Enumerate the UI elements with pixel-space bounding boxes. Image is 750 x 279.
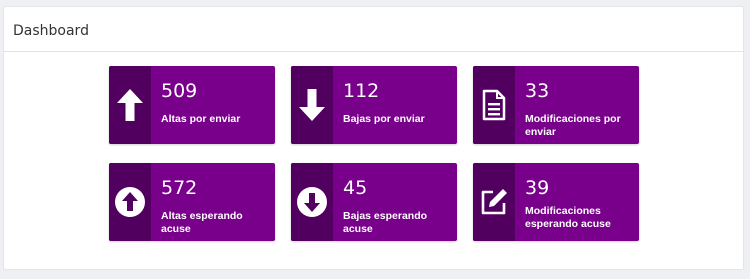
card-count: 45 xyxy=(343,177,368,199)
card-count: 112 xyxy=(343,80,380,102)
card-count: 572 xyxy=(161,177,198,199)
card-label: Modificaciones esperando acuse xyxy=(525,205,611,230)
edit-icon xyxy=(479,187,509,217)
card-count: 39 xyxy=(525,177,550,199)
document-icon xyxy=(482,89,506,121)
arrow-down-icon xyxy=(299,89,325,121)
circle-arrow-down-icon xyxy=(297,187,327,217)
card-count: 33 xyxy=(525,80,550,102)
card-label: Bajas por enviar xyxy=(343,113,425,125)
card-altas-esperando-acuse[interactable]: 572 Altas esperando acuse xyxy=(109,163,275,241)
panel-heading: Dashboard xyxy=(4,7,743,52)
card-modificaciones-esperando-acuse[interactable]: 39 Modificaciones esperando acuse xyxy=(473,163,639,241)
card-count: 509 xyxy=(161,80,198,102)
card-label: Bajas esperando acuse xyxy=(343,210,428,235)
card-altas-por-enviar[interactable]: 509 Altas por enviar xyxy=(109,66,275,144)
card-bajas-esperando-acuse[interactable]: 45 Bajas esperando acuse xyxy=(291,163,457,241)
card-bajas-por-enviar[interactable]: 112 Bajas por enviar xyxy=(291,66,457,144)
card-label: Modificaciones por enviar xyxy=(525,113,621,138)
card-label: Altas por enviar xyxy=(161,113,241,125)
page-title: Dashboard xyxy=(13,23,89,39)
card-label: Altas esperando acuse xyxy=(161,210,243,235)
card-modificaciones-por-enviar[interactable]: 33 Modificaciones por enviar xyxy=(473,66,639,144)
circle-arrow-up-icon xyxy=(115,187,145,217)
arrow-up-icon xyxy=(117,89,143,121)
